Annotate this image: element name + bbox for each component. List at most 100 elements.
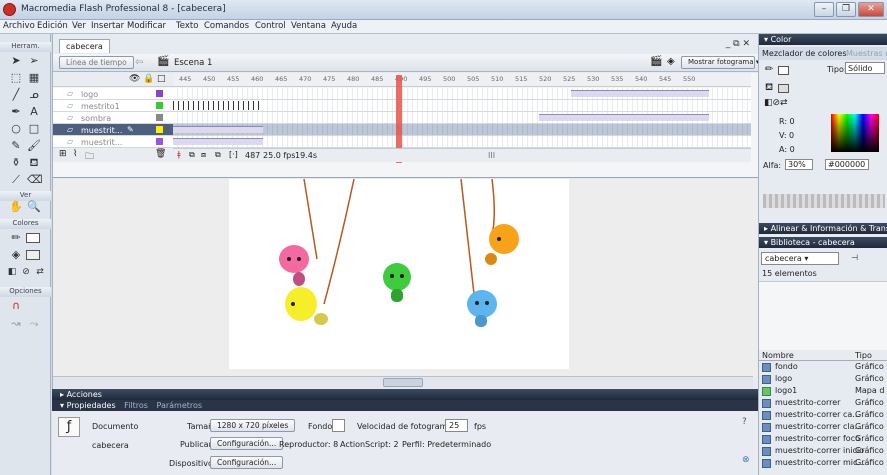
stroke-swatch[interactable] (778, 66, 789, 75)
expand-icon[interactable]: ⊗ (742, 455, 750, 465)
timeline-toggle-button[interactable]: Línea de tiempo (59, 56, 134, 69)
library-item[interactable]: logo1 Mapa d (759, 386, 887, 398)
eraser-tool-icon[interactable]: ⌫ (27, 173, 43, 187)
onion-outline-icon[interactable]: ⧈ (201, 150, 206, 160)
smooth-icon[interactable]: ↝ (9, 317, 23, 331)
stage-horizontal-scrollbar[interactable] (53, 376, 753, 388)
menu-edicion[interactable]: Edición (37, 21, 68, 31)
frame-row-selected[interactable] (173, 124, 751, 136)
column-name-header[interactable]: Nombre (762, 351, 794, 360)
rectangle-tool-icon[interactable]: □ (27, 122, 41, 136)
green-value[interactable]: V: 0 (779, 131, 794, 140)
line-tool-icon[interactable]: ╱ (9, 88, 23, 102)
menu-modificar[interactable]: Modificar (127, 21, 166, 31)
add-guide-icon[interactable]: ⌇ (73, 149, 77, 159)
edit-multiple-icon[interactable]: ⧉ (215, 150, 221, 160)
hand-tool-icon[interactable]: ✋ (9, 200, 23, 214)
menu-ventana[interactable]: Ventana (291, 21, 326, 31)
menu-texto[interactable]: Texto (176, 21, 198, 31)
actions-header[interactable]: ▸ Acciones (52, 389, 758, 400)
tab-filtros[interactable]: Filtros (124, 401, 148, 410)
red-value[interactable]: R: 0 (779, 117, 795, 126)
size-button[interactable]: 1280 x 720 píxeles (210, 419, 296, 432)
tab-swatches[interactable]: Muestras de c (846, 49, 887, 58)
background-color-swatch[interactable] (332, 419, 345, 432)
oval-tool-icon[interactable]: ○ (9, 122, 23, 136)
frame-row[interactable] (173, 136, 751, 148)
library-item[interactable]: muestrito-correr cla... Gráfico (759, 422, 887, 434)
free-transform-tool-icon[interactable]: ⬚ (9, 71, 23, 85)
no-color-icon[interactable]: ⊘ (19, 265, 33, 279)
stroke-color-icon[interactable]: ✏ (9, 231, 23, 245)
column-type-header[interactable]: Tipo (855, 351, 872, 360)
menu-control[interactable]: Control (255, 21, 286, 31)
lasso-tool-icon[interactable]: ᓄ (27, 88, 41, 102)
menu-archivo[interactable]: Archivo (3, 21, 35, 31)
menu-ver[interactable]: Ver (72, 21, 86, 31)
edit-symbol-icon[interactable]: ◈ (667, 56, 675, 67)
blue-value[interactable]: A: 0 (779, 145, 795, 154)
frame-ruler[interactable]: 445 450 455 460 465 470 475 480 485 490 … (173, 73, 751, 87)
library-item[interactable]: fondo Gráfico (759, 362, 887, 374)
layer-row[interactable]: ▱ muestrit... (53, 136, 173, 148)
document-tab[interactable]: cabecera (59, 39, 110, 53)
swap-colors-icon[interactable]: ⇄ (33, 265, 47, 279)
layer-row[interactable]: ▱ sombra (53, 112, 173, 124)
menu-comandos[interactable]: Comandos (204, 21, 249, 31)
fill-type-select[interactable]: Sólido (845, 62, 885, 74)
pen-tool-icon[interactable]: ✒ (9, 105, 23, 119)
library-item[interactable]: muestrito-correr ca... Gráfico (759, 410, 887, 422)
library-select[interactable]: cabecera ▾ (761, 252, 839, 265)
menu-ayuda[interactable]: Ayuda (331, 21, 357, 31)
hex-input[interactable]: #000000 (825, 159, 869, 170)
pin-library-icon[interactable]: ⊣ (851, 253, 858, 262)
pencil-tool-icon[interactable]: ✎ (9, 139, 23, 153)
onion-markers-icon[interactable]: [·] (229, 150, 238, 159)
zoom-select[interactable]: Mostrar fotograma ▾ (681, 56, 759, 69)
tab-color-mixer[interactable]: Mezclador de colores (762, 49, 847, 58)
paint-bucket-tool-icon[interactable]: ⛾ (27, 156, 41, 170)
maximize-button[interactable]: ❐ (836, 2, 856, 17)
library-panel-header[interactable]: ▾ Biblioteca - cabecera (759, 237, 887, 248)
frame-row[interactable] (173, 112, 751, 124)
timeline-scroll-mark[interactable]: III (488, 151, 495, 160)
arrow-tool-icon[interactable]: ➤ (9, 54, 23, 68)
lock-icon[interactable]: 🔒 (143, 74, 154, 84)
scroll-thumb[interactable] (383, 378, 423, 387)
layer-row-selected[interactable]: ▱ muestrit... ✎ (53, 124, 173, 136)
stroke-color-swatch[interactable] (26, 233, 40, 243)
device-settings-button[interactable]: Configuración... (210, 456, 284, 469)
center-frame-icon[interactable]: ǂ (177, 150, 181, 159)
fill-bucket-icon[interactable]: ⛾ (765, 82, 773, 95)
fill-color-icon[interactable]: ◈ (9, 248, 23, 262)
align-panel-header[interactable]: ▸ Alinear & Información & Transfor (759, 223, 887, 234)
fill-transform-tool-icon[interactable]: ▦ (27, 71, 41, 85)
library-item[interactable]: muestrito-correr inicio Gráfico (759, 446, 887, 458)
fill-swatch[interactable] (778, 84, 789, 93)
back-arrow-icon[interactable]: ⇦ (135, 57, 143, 68)
black-white-icon[interactable]: ◧ (5, 265, 19, 279)
brush-tool-icon[interactable]: 🖌 (27, 139, 41, 153)
onion-skin-icon[interactable]: ⧉ (189, 150, 195, 160)
help-icon[interactable]: ? (742, 417, 747, 427)
fill-color-swatch[interactable] (26, 250, 40, 260)
layer-row[interactable]: ▱ mestrito1 (53, 100, 173, 112)
alpha-input[interactable]: 30% (785, 159, 813, 170)
minimize-button[interactable]: – (814, 2, 834, 17)
snap-magnet-icon[interactable]: ∩ (9, 299, 23, 313)
publish-settings-button[interactable]: Configuración... (210, 437, 284, 450)
library-item[interactable]: muestrito-correr mic... Gráfico (759, 458, 887, 470)
fps-input[interactable]: 25 (445, 419, 468, 432)
frame-row[interactable] (173, 88, 751, 100)
stroke-pencil-icon[interactable]: ✏ (765, 64, 773, 75)
frame-row[interactable] (173, 100, 751, 112)
zoom-tool-icon[interactable]: 🔍 (27, 200, 41, 214)
stage-canvas[interactable] (229, 178, 569, 369)
subselect-tool-icon[interactable]: ➢ (27, 54, 41, 68)
outline-icon[interactable]: □ (157, 74, 166, 84)
text-tool-icon[interactable]: A (27, 105, 41, 119)
straighten-icon[interactable]: ⤳ (27, 317, 41, 331)
close-button[interactable]: ✕ (858, 2, 884, 17)
eye-icon[interactable]: 👁 (129, 74, 140, 84)
delete-layer-icon[interactable]: 🗑 (155, 149, 166, 159)
